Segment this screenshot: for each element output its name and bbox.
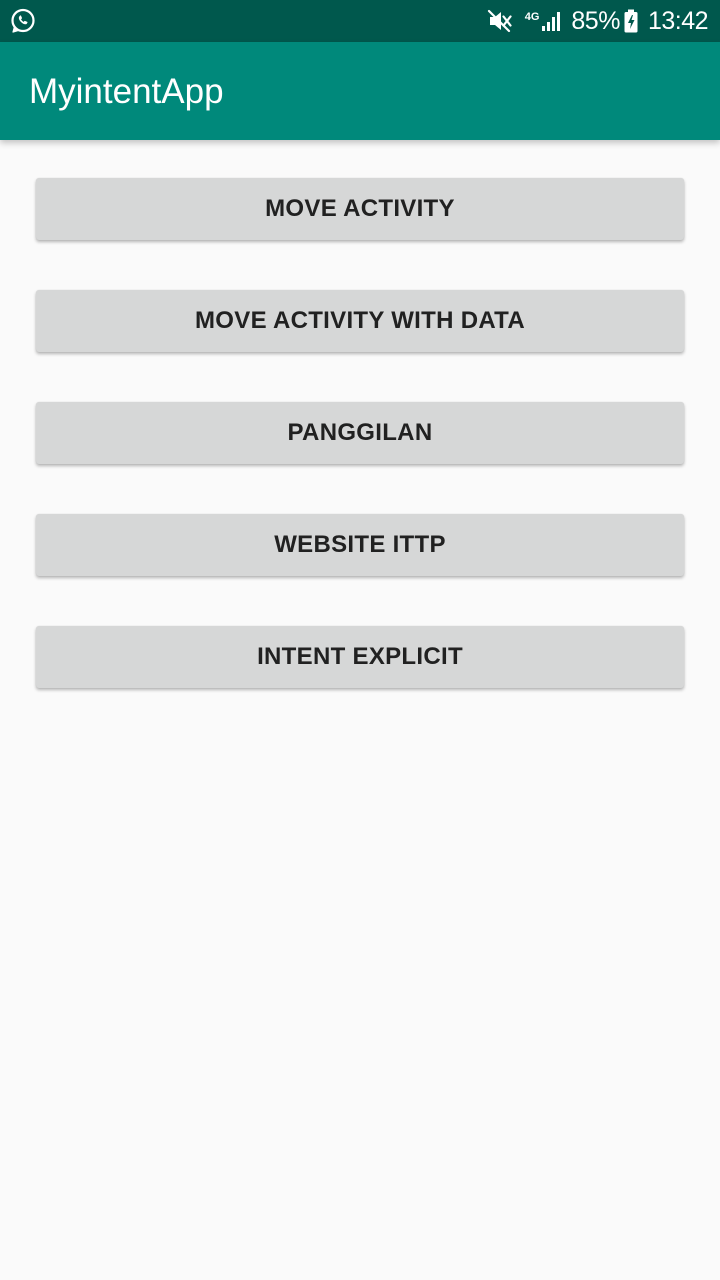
whatsapp-icon [10, 8, 36, 34]
signal-icon [541, 10, 563, 32]
network-type-label: 4G [524, 10, 540, 23]
status-bar: 4G 85% 13:42 [0, 0, 720, 42]
app-title: MyintentApp [29, 72, 224, 111]
panggilan-button[interactable]: PANGGILAN [36, 402, 684, 464]
status-time: 13:42 [647, 6, 709, 35]
battery-charging-icon [624, 9, 638, 33]
mute-icon [487, 9, 513, 33]
main-content: MOVE ACTIVITY MOVE ACTIVITY WITH DATA PA… [0, 140, 720, 1280]
intent-explicit-button[interactable]: INTENT EXPLICIT [36, 626, 684, 688]
battery-percent: 85% [571, 6, 620, 35]
website-ittp-button[interactable]: WEBSITE ITTP [36, 514, 684, 576]
move-activity-button[interactable]: MOVE ACTIVITY [36, 178, 684, 240]
app-bar: MyintentApp [0, 42, 720, 140]
move-activity-with-data-button[interactable]: MOVE ACTIVITY WITH DATA [36, 290, 684, 352]
